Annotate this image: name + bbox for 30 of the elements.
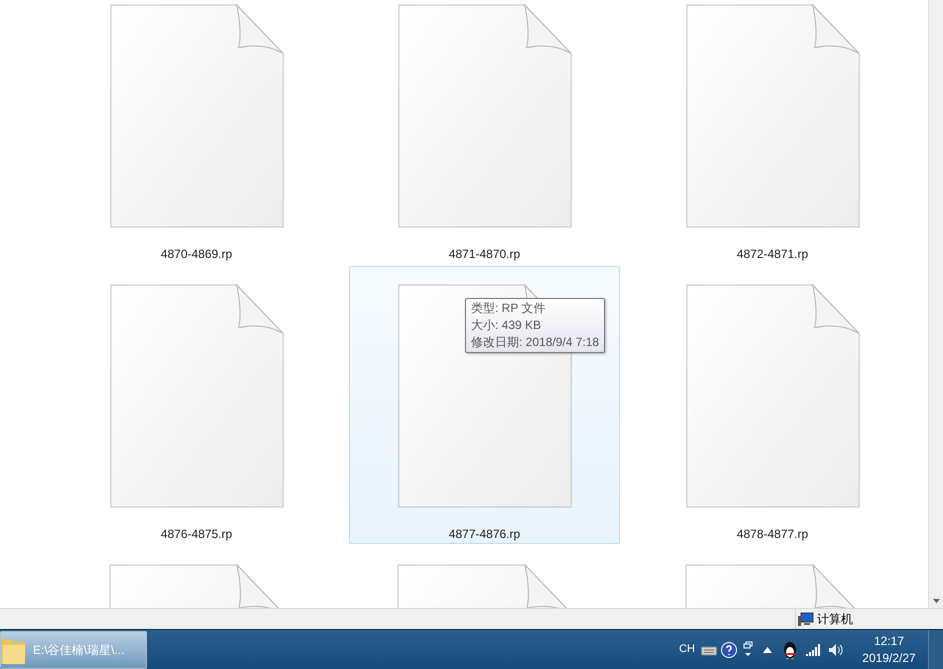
language-indicator[interactable]: CH bbox=[679, 641, 695, 658]
clock-date[interactable]: 2019/2/27 bbox=[862, 650, 916, 666]
file-name: 4872-4871.rp bbox=[736, 246, 808, 263]
file-item[interactable]: 4872-4871.rp bbox=[637, 0, 908, 264]
file-name: 4876-4875.rp bbox=[160, 526, 232, 543]
vertical-scrollbar[interactable] bbox=[928, 0, 943, 608]
computer-icon bbox=[798, 612, 814, 626]
location-label: 计算机 bbox=[817, 611, 853, 628]
keyboard-icon[interactable] bbox=[701, 644, 717, 656]
speaker-icon[interactable] bbox=[828, 642, 844, 656]
file-name: 4871-4870.rp bbox=[448, 246, 520, 263]
penguin-icon[interactable] bbox=[782, 640, 798, 658]
file-tooltip: 类型: RP 文件 大小: 439 KB 修改日期: 2018/9/4 7:18 bbox=[465, 298, 606, 353]
document-icon bbox=[396, 4, 572, 228]
document-icon bbox=[684, 4, 860, 228]
file-item[interactable]: 4871-4870.rp bbox=[349, 0, 620, 264]
document-icon bbox=[684, 284, 860, 508]
file-name: 4870-4869.rp bbox=[160, 246, 232, 263]
show-hidden-icons-icon[interactable] bbox=[763, 646, 772, 652]
clock-time[interactable]: 12:17 bbox=[874, 632, 904, 650]
file-item[interactable]: 4870-4869.rp bbox=[61, 0, 332, 264]
file-name: 4878-4877.rp bbox=[736, 526, 808, 543]
windows-switch-icon[interactable] bbox=[743, 640, 753, 658]
document-icon bbox=[108, 4, 284, 228]
file-item[interactable]: 4876-4875.rp bbox=[61, 266, 332, 544]
network-signal-icon[interactable] bbox=[806, 644, 820, 656]
document-icon bbox=[108, 284, 284, 508]
file-name: 4877-4876.rp bbox=[448, 526, 520, 543]
file-item[interactable]: 4878-4877.rp bbox=[637, 266, 908, 544]
help-icon[interactable] bbox=[721, 642, 737, 658]
